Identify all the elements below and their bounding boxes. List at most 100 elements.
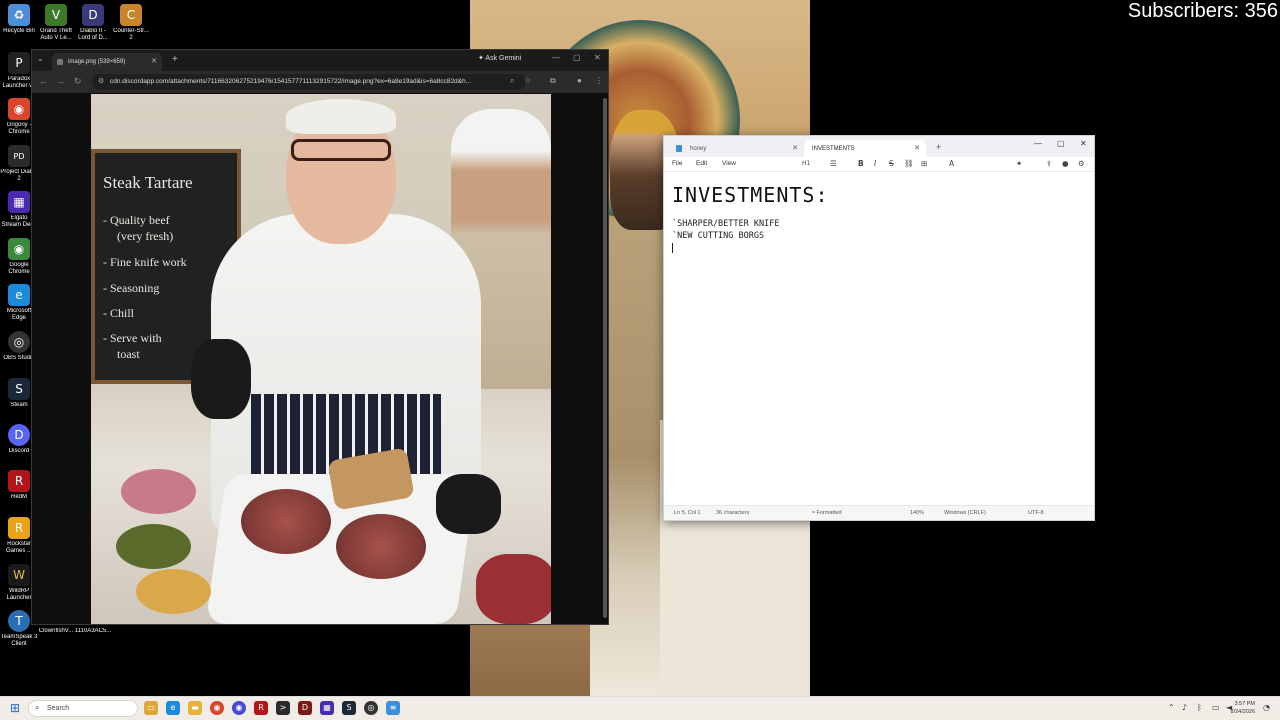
taskbar-search[interactable]: ⌕ Search [28, 700, 138, 717]
browser-tab-bar: ⌄ image.png (539×659) ✕ + ✦ Ask Gemini —… [32, 50, 608, 71]
back-icon[interactable]: ← [39, 76, 48, 86]
new-tab-button[interactable]: + [172, 54, 178, 65]
character-count: 36 characters [716, 510, 750, 516]
desktop-icon-label: Recycle Bin [3, 28, 35, 34]
close-window-icon[interactable]: ✕ [1080, 139, 1087, 148]
italic-icon[interactable]: I [874, 159, 876, 168]
maximize-icon[interactable]: ▢ [573, 53, 581, 62]
photo-glasses [291, 139, 391, 161]
bold-icon[interactable]: B [858, 159, 864, 168]
url-text: cdn.discordapp.com/attachments/711663206… [110, 78, 472, 85]
forward-icon[interactable]: → [56, 76, 65, 86]
windows-start-icon[interactable]: ⊞ [10, 702, 22, 714]
photo-onion-bowl [121, 469, 196, 514]
stream-deck-icon[interactable]: ▦ [320, 701, 334, 715]
photo-capers-bowl [116, 524, 191, 569]
notification-bell-icon[interactable]: ◔ [1263, 703, 1270, 712]
chrome-profile-icon[interactable]: ◉ [232, 701, 246, 715]
line-endings[interactable]: Windows (CRLF) [944, 510, 986, 516]
steam-icon[interactable]: S [342, 701, 356, 715]
address-bar[interactable]: ⚙ cdn.discordapp.com/attachments/7116632… [92, 74, 526, 90]
notepad-icon [676, 145, 682, 152]
heading-dropdown[interactable]: H1 [802, 160, 810, 167]
edge-icon[interactable]: e [166, 701, 180, 715]
maximize-icon[interactable]: ▢ [1057, 139, 1065, 148]
close-tab-icon[interactable]: ✕ [792, 144, 798, 152]
obs-icon[interactable]: ◎ [364, 701, 378, 715]
table-icon[interactable]: ⊞ [921, 159, 927, 168]
desktop-icon-clownfish[interactable]: ClownfishV... [37, 628, 75, 635]
bluetooth-icon[interactable]: ᛒ [1197, 703, 1202, 712]
list-icon[interactable]: ☰ [830, 159, 837, 168]
diablo-icon: D [82, 4, 104, 26]
profile-avatar-icon[interactable]: ● [577, 76, 582, 85]
chrome-icon: ◉ [8, 238, 30, 260]
file-explorer-icon[interactable]: ▭ [144, 701, 158, 715]
menu-file[interactable]: File [672, 160, 682, 167]
notepad-icon[interactable]: ≡ [386, 701, 400, 715]
desktop-icon-gta[interactable]: V Grand Theft Auto V Le... [37, 4, 75, 42]
extensions-icon[interactable]: ⧉ [550, 76, 556, 86]
menu-edit[interactable]: Edit [696, 160, 707, 167]
close-tab-icon[interactable]: ✕ [914, 144, 920, 152]
desktop-icon-file[interactable]: 1110A3AC5... [74, 628, 112, 635]
formatted-toggle[interactable]: ≈ Formatted [812, 510, 842, 516]
bookmark-star-icon[interactable]: ☆ [524, 76, 531, 85]
photo-glove-left [191, 339, 251, 419]
tab-list-chevron-icon[interactable]: ⌄ [37, 54, 44, 63]
close-window-icon[interactable]: ✕ [594, 53, 601, 62]
zoom-icon[interactable]: ⌕ [510, 76, 514, 86]
minimize-icon[interactable]: — [552, 53, 560, 62]
browser-tab[interactable]: image.png (539×659) ✕ [52, 53, 162, 71]
chalkboard-item: (very fresh) [117, 229, 174, 243]
desktop-icon-counter-strike[interactable]: C Counter-Str... 2 [112, 4, 150, 42]
photo-glove-right [436, 474, 501, 534]
reload-icon[interactable]: ↻ [74, 76, 82, 87]
microphone-icon[interactable]: ♪ [1182, 703, 1187, 712]
link-icon[interactable]: ⛓ [904, 159, 914, 168]
document-line: `NEW CUTTING BORGS [672, 231, 765, 241]
chrome-icon[interactable]: ◉ [210, 701, 224, 715]
account-icon[interactable]: ● [1062, 159, 1069, 168]
desktop-icon-diablo[interactable]: D Diablo II - Lord of D... [74, 4, 112, 42]
clear-format-icon[interactable]: A [949, 159, 954, 168]
chalkboard-item: - Seasoning [103, 281, 160, 295]
close-tab-icon[interactable]: ✕ [151, 57, 157, 65]
notepad-menubar: File Edit View H1 ☰ B I S ⛓ ⊞ A ✦ ⇪ ● ⚙ [664, 157, 1094, 172]
browser-tab-title: image.png (539×659) [68, 59, 126, 65]
notepad-editor[interactable]: INVESTMENTS: `SHARPER/BETTER KNIFE `NEW … [664, 173, 1094, 506]
ask-gemini-button[interactable]: ✦ Ask Gemini [478, 54, 521, 62]
notepad-window[interactable]: honey ✕ INVESTMENTS ✕ + — ▢ ✕ File Edit … [663, 135, 1095, 521]
photo-chef-hair [286, 99, 396, 134]
strikethrough-icon[interactable]: S [889, 159, 894, 168]
new-tab-button[interactable]: + [936, 142, 941, 152]
notepad-tab-investments[interactable]: INVESTMENTS ✕ [804, 140, 926, 157]
settings-gear-icon[interactable]: ⚙ [1078, 159, 1085, 168]
zoom-level[interactable]: 140% [910, 510, 924, 516]
notepad-tab-honey[interactable]: honey ✕ [668, 140, 804, 157]
redm-icon[interactable]: R [254, 701, 268, 715]
site-info-icon[interactable]: ⚙ [98, 77, 104, 85]
network-icon[interactable]: ▭ [1212, 703, 1220, 712]
minimize-icon[interactable]: — [1034, 139, 1042, 148]
terminal-icon[interactable]: > [276, 701, 290, 715]
folder-icon[interactable]: ▬ [188, 701, 202, 715]
browser-scrollbar[interactable] [603, 98, 607, 618]
desktop-icon-label: ClownfishV... [38, 628, 74, 634]
document-line: `SHARPER/BETTER KNIFE [672, 219, 780, 229]
menu-kebab-icon[interactable]: ⋮ [595, 76, 603, 85]
share-icon[interactable]: ⇪ [1046, 159, 1052, 168]
menu-view[interactable]: View [722, 160, 736, 167]
tray-chevron-icon[interactable]: ⌃ [1168, 703, 1175, 712]
browser-window[interactable]: ⌄ image.png (539×659) ✕ + ✦ Ask Gemini —… [31, 49, 609, 625]
steam-icon: S [8, 378, 30, 400]
encoding[interactable]: UTF-8 [1028, 510, 1044, 516]
diablo-icon[interactable]: D [298, 701, 312, 715]
taskbar-clock[interactable]: 3:57 PM 8/24/2026 [1231, 700, 1255, 716]
desktop-icon-label: Diablo II - Lord of D... [78, 28, 108, 41]
desktop-icon-recycle-bin[interactable]: ♻ Recycle Bin [0, 4, 38, 35]
copilot-icon[interactable]: ✦ [1016, 159, 1022, 168]
chalkboard-item: - Fine knife work [103, 255, 187, 269]
photo-tartare [336, 514, 426, 579]
image-favicon-icon [57, 59, 63, 65]
